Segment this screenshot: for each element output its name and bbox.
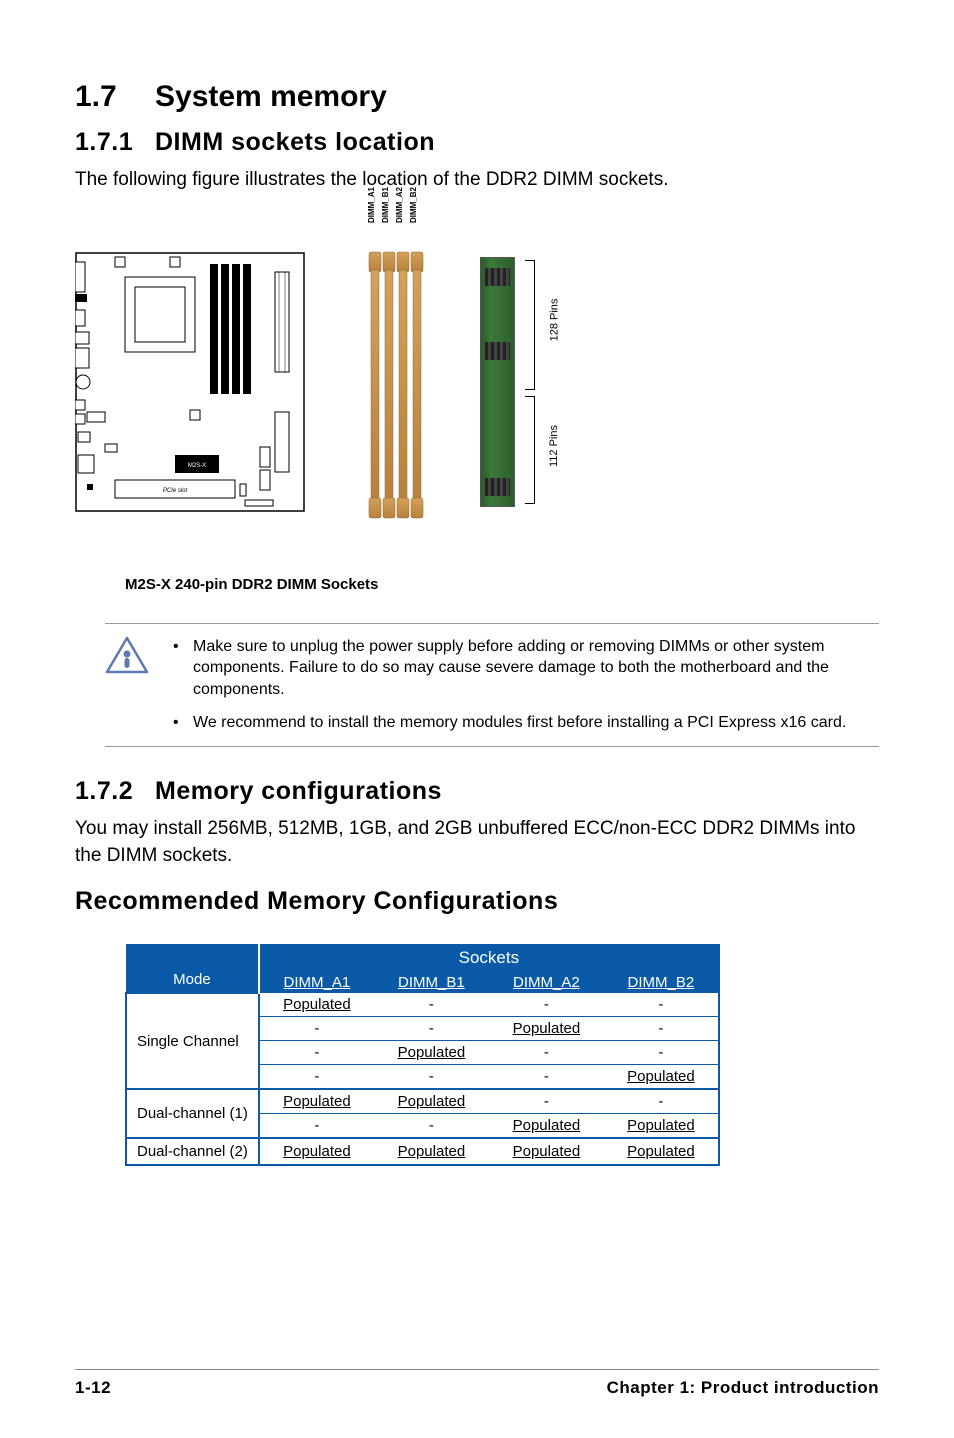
section-title: System memory — [155, 80, 387, 114]
data-cell: - — [374, 993, 489, 1017]
pin-bracket-top — [525, 260, 535, 390]
data-cell: - — [259, 1017, 374, 1041]
intro-text: The following figure illustrates the loc… — [75, 167, 879, 194]
mode-cell: Single Channel — [126, 993, 259, 1089]
sockets-header: Sockets — [259, 944, 719, 972]
section-number: 1.7 — [75, 80, 155, 114]
caution-icon — [105, 636, 149, 676]
subsection-title: Memory configurations — [155, 777, 442, 806]
data-cell: - — [604, 1041, 719, 1065]
mode-cell: Dual-channel (2) — [126, 1138, 259, 1165]
svg-text:PCIe slot: PCIe slot — [163, 488, 188, 494]
page-number: 1-12 — [75, 1378, 111, 1398]
subsection-heading: 1.7.2 Memory configurations — [75, 777, 879, 806]
data-cell: - — [604, 1089, 719, 1114]
data-cell: - — [374, 1017, 489, 1041]
pin-label-bottom: 112 Pins — [548, 425, 560, 467]
data-cell: - — [489, 993, 604, 1017]
column-header: DIMM_B1 — [374, 972, 489, 993]
section-heading: 1.7 System memory — [75, 80, 879, 114]
data-cell: Populated — [604, 1138, 719, 1165]
data-cell: - — [259, 1114, 374, 1139]
data-cell: Populated — [259, 1138, 374, 1165]
data-cell: Populated — [489, 1017, 604, 1041]
data-cell: Populated — [259, 993, 374, 1017]
pin-label-top: 128 Pins — [548, 298, 560, 341]
data-cell: Populated — [604, 1065, 719, 1090]
data-cell: - — [259, 1065, 374, 1090]
chapter-label: Chapter 1: Product introduction — [607, 1378, 879, 1398]
figure-caption: M2S-X 240-pin DDR2 DIMM Sockets — [125, 576, 879, 593]
intro-text: You may install 256MB, 512MB, 1GB, and 2… — [75, 816, 879, 869]
note-item: Make sure to unplug the power supply bef… — [165, 636, 879, 701]
note-item: We recommend to install the memory modul… — [165, 712, 879, 734]
data-cell: Populated — [259, 1089, 374, 1114]
dimm-slot-diagram — [365, 212, 435, 522]
data-cell: - — [604, 993, 719, 1017]
svg-text:M2S-X: M2S-X — [188, 463, 206, 469]
column-header: DIMM_A1 — [259, 972, 374, 993]
mode-cell: Dual-channel (1) — [126, 1089, 259, 1138]
data-cell: Populated — [489, 1138, 604, 1165]
subsection-number: 1.7.1 — [75, 128, 155, 157]
data-cell: Populated — [374, 1138, 489, 1165]
data-cell: - — [489, 1089, 604, 1114]
data-cell: Populated — [374, 1041, 489, 1065]
subsection-number: 1.7.2 — [75, 777, 155, 806]
data-cell: - — [489, 1041, 604, 1065]
subsection-heading: 1.7.1 DIMM sockets location — [75, 128, 879, 157]
motherboard-diagram: M2S-X PCIe slot — [75, 252, 305, 512]
data-cell: Populated — [374, 1089, 489, 1114]
pin-bracket-bottom — [525, 396, 535, 504]
data-cell: - — [374, 1065, 489, 1090]
data-cell: - — [604, 1017, 719, 1041]
subsection-title: DIMM sockets location — [155, 128, 435, 157]
caution-note: Make sure to unplug the power supply bef… — [105, 623, 879, 747]
data-cell: Populated — [604, 1114, 719, 1139]
mode-header: Mode — [126, 944, 259, 993]
ram-module-photo — [480, 257, 515, 507]
memory-config-table: Mode Sockets DIMM_A1 DIMM_B1 DIMM_A2 DIM… — [125, 944, 720, 1166]
column-header: DIMM_A2 — [489, 972, 604, 993]
column-header: DIMM_B2 — [604, 972, 719, 993]
data-cell: - — [259, 1041, 374, 1065]
data-cell: Populated — [489, 1114, 604, 1139]
data-cell: - — [489, 1065, 604, 1090]
page-footer: 1-12 Chapter 1: Product introduction — [75, 1369, 879, 1398]
data-cell: - — [374, 1114, 489, 1139]
dimm-figure: DIMM_A1 DIMM_B1 DIMM_A2 DIMM_B2 — [75, 212, 879, 572]
recommended-heading: Recommended Memory Configurations — [75, 887, 879, 916]
